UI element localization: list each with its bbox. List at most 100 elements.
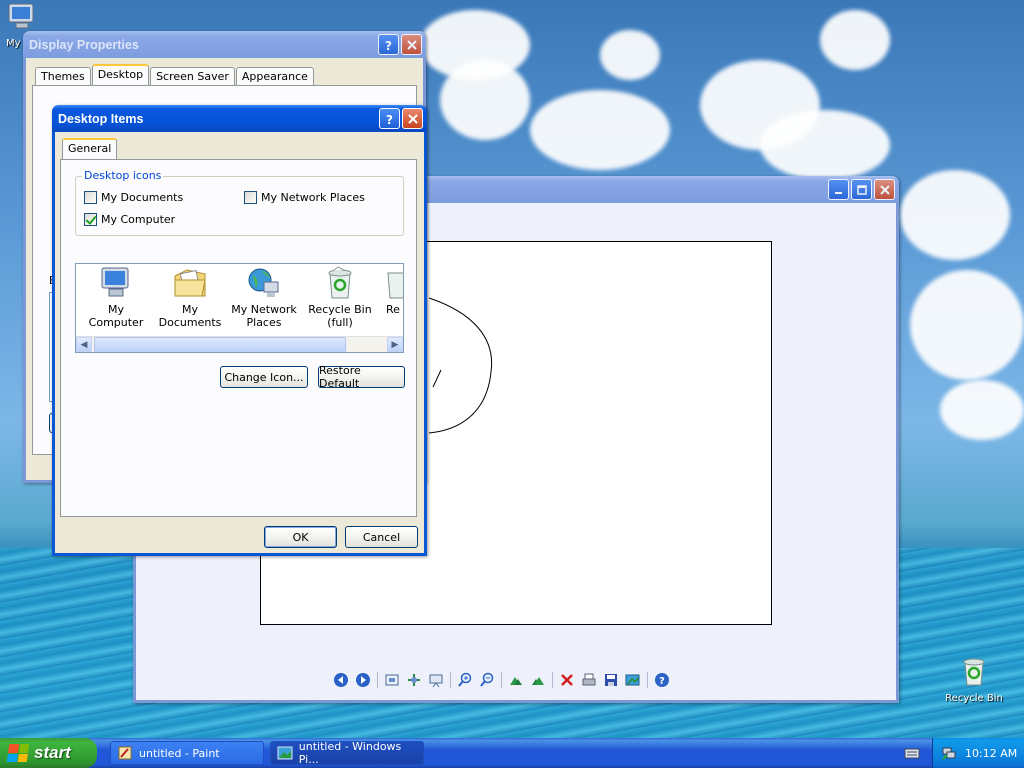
list-item-label: Re [386, 303, 400, 316]
list-item-my-computer[interactable]: My Computer [80, 266, 152, 329]
wallpaper-cloud [900, 170, 1010, 260]
zoom-out-icon[interactable] [476, 670, 498, 690]
wallpaper-cloud [530, 90, 670, 170]
windows-logo-icon [6, 744, 30, 762]
zoom-in-icon[interactable] [454, 670, 476, 690]
checkbox-box[interactable] [84, 191, 97, 204]
list-item-label: Recycle Bin (full) [308, 303, 372, 329]
desktop-icons-group: Desktop icons My Documents My Network Pl… [75, 169, 404, 236]
tab-themes[interactable]: Themes [35, 67, 91, 85]
list-item-my-network-places[interactable]: My Network Places [228, 266, 300, 329]
next-image-icon[interactable] [352, 670, 374, 690]
wallpaper-cloud [820, 10, 890, 70]
desktop-items-tabs: General [62, 138, 118, 159]
checkbox-my-documents[interactable]: My Documents [84, 191, 183, 204]
minimize-button[interactable] [828, 179, 849, 200]
checkbox-box[interactable] [244, 191, 257, 204]
tab-general[interactable]: General [62, 138, 118, 159]
list-item-my-documents[interactable]: My Documents [152, 266, 228, 329]
svg-text:?: ? [659, 676, 665, 687]
taskbar-item-picture-viewer[interactable]: untitled - Windows Pi... [270, 740, 424, 766]
wallpaper-cloud [600, 30, 660, 80]
checkbox-label: My Computer [101, 213, 176, 226]
taskbar-item-paint[interactable]: untitled - Paint [110, 741, 264, 765]
recycle-bin-full-icon [328, 266, 352, 299]
list-item-label: My Network Places [231, 303, 297, 329]
toolbar-separator [552, 672, 553, 688]
tab-desktop[interactable]: Desktop [91, 64, 150, 85]
cancel-button[interactable]: Cancel [345, 526, 418, 548]
scroll-left-button[interactable]: ◀ [76, 337, 92, 352]
network-places-icon [248, 268, 279, 297]
edit-icon[interactable] [622, 670, 644, 690]
my-computer-icon [101, 267, 129, 297]
save-icon[interactable] [600, 670, 622, 690]
viewer-toolbar: ? [330, 670, 673, 690]
question-icon: ? [386, 113, 393, 125]
scroll-right-button[interactable]: ▶ [387, 337, 403, 352]
desktop-icon-list[interactable]: My Computer My Documents My Network Plac… [75, 263, 404, 353]
print-icon[interactable] [578, 670, 600, 690]
tab-appearance[interactable]: Appearance [235, 67, 314, 85]
desktop-icon-label: Recycle Bin [945, 693, 1003, 704]
display-properties-tabs: Themes Desktop Screen Saver Appearance [35, 64, 315, 85]
desktop-items-dialog[interactable]: Desktop Items ? General Desktop icons My… [52, 105, 427, 556]
window-title: Display Properties [29, 37, 139, 52]
list-item-recycle-bin-empty[interactable]: Re [380, 266, 403, 316]
svg-text:?: ? [385, 39, 392, 51]
checkbox-my-computer[interactable]: My Computer [84, 213, 175, 226]
wallpaper-cloud [440, 60, 530, 140]
checkbox-label: My Network Places [261, 191, 365, 204]
checkbox-box[interactable] [84, 213, 97, 226]
help-button[interactable]: ? [378, 34, 399, 55]
desktop-items-titlebar[interactable]: Desktop Items ? [52, 105, 427, 132]
start-label: start [34, 743, 71, 762]
close-icon [406, 39, 417, 50]
help-icon[interactable]: ? [651, 670, 673, 690]
list-item-label: My Computer [88, 303, 144, 329]
horizontal-scrollbar[interactable]: ◀ ▶ [76, 336, 403, 352]
general-tab-panel: Desktop icons My Documents My Network Pl… [60, 159, 417, 517]
paint-icon [118, 746, 132, 760]
rotate-counterclockwise-icon[interactable] [527, 670, 549, 690]
clock[interactable]: 10:12 AM [965, 747, 1017, 760]
list-item-label: My Documents [158, 303, 222, 329]
taskbar: start untitled - Paint untitled - Window… [0, 738, 1024, 768]
picture-viewer-icon [277, 746, 293, 760]
close-button[interactable] [401, 34, 422, 55]
previous-image-icon[interactable] [330, 670, 352, 690]
system-tray: 10:12 AM [932, 738, 1024, 768]
ok-button[interactable]: OK [264, 526, 337, 548]
delete-icon[interactable] [556, 670, 578, 690]
toolbar-separator [647, 672, 648, 688]
actual-size-icon[interactable] [403, 670, 425, 690]
tab-screen-saver[interactable]: Screen Saver [150, 67, 235, 85]
restore-default-button[interactable]: Restore Default [318, 364, 405, 390]
keyboard-icon[interactable] [904, 746, 920, 760]
display-properties-titlebar[interactable]: Display Properties ? [23, 31, 426, 58]
minimize-icon [834, 191, 842, 194]
wallpaper-cloud [910, 270, 1024, 380]
help-button[interactable]: ? [379, 108, 400, 129]
network-tray-icon[interactable] [941, 745, 957, 761]
maximize-icon [856, 184, 867, 195]
checkbox-label: My Documents [101, 191, 184, 204]
close-button[interactable] [874, 179, 895, 200]
taskbar-item-label: untitled - Paint [139, 746, 220, 760]
best-fit-icon[interactable] [381, 670, 403, 690]
close-button[interactable] [402, 108, 423, 129]
rotate-clockwise-icon[interactable] [505, 670, 527, 690]
desktop-items-body: General Desktop icons My Documents My Ne… [55, 132, 424, 553]
wallpaper-cloud [940, 380, 1024, 440]
recycle-bin-empty-icon [387, 272, 403, 299]
start-button[interactable]: start [0, 738, 97, 768]
checkbox-my-network-places[interactable]: My Network Places [244, 191, 365, 204]
toolbar-separator [501, 672, 502, 688]
slideshow-icon[interactable] [425, 670, 447, 690]
change-icon-button[interactable]: Change Icon... [220, 366, 308, 388]
window-title: Desktop Items [58, 111, 144, 126]
desktop-icon-recycle-bin[interactable]: Recycle Bin [940, 656, 1008, 704]
scroll-thumb[interactable] [94, 337, 346, 352]
maximize-button[interactable] [851, 179, 872, 200]
list-item-recycle-bin-full[interactable]: Recycle Bin (full) [304, 266, 376, 329]
